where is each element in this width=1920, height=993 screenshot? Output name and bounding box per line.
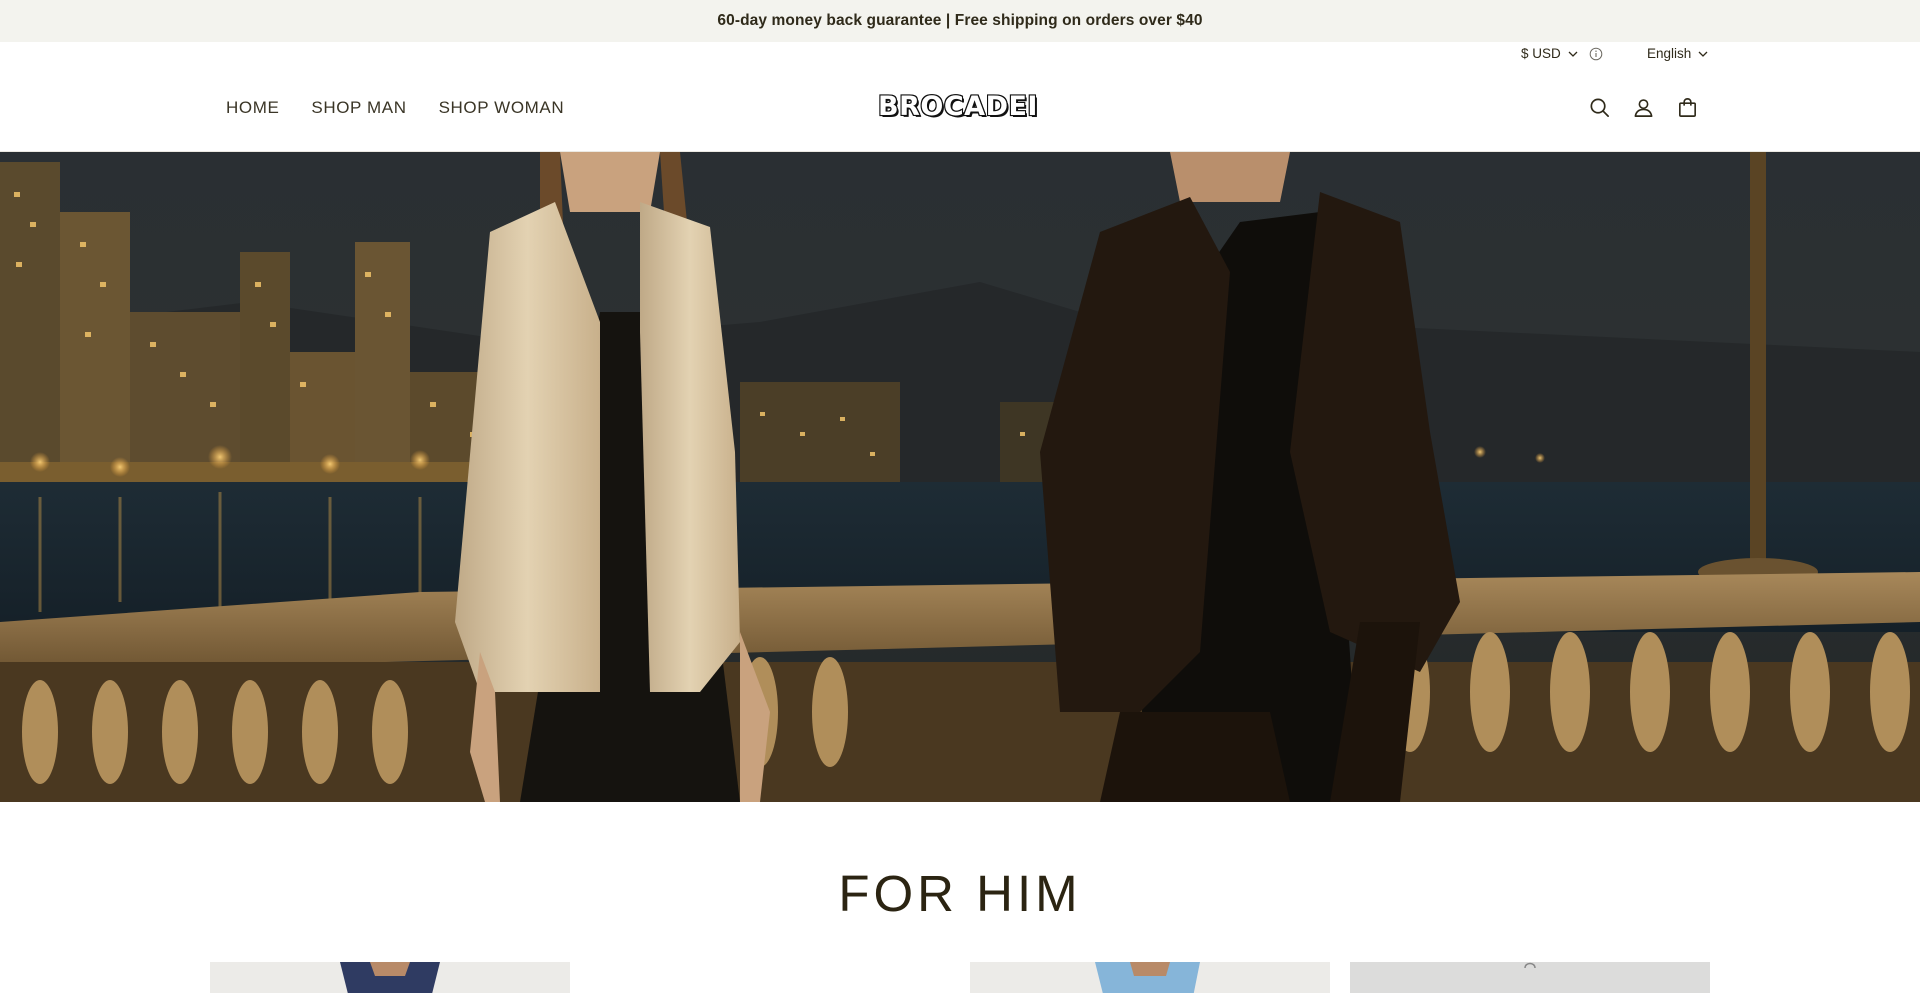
header-icons — [1588, 96, 1699, 119]
announcement-bar: 60-day money back guarantee | Free shipp… — [0, 0, 1920, 42]
nav-shop-woman[interactable]: SHOP WOMAN — [439, 98, 565, 118]
chevron-down-icon — [1698, 51, 1708, 57]
hero-image — [0, 152, 1920, 802]
product-image — [210, 962, 570, 993]
nav-shop-man[interactable]: SHOP MAN — [311, 98, 406, 118]
hero-banner[interactable] — [0, 152, 1920, 802]
utility-bar: $ USD English — [0, 42, 1920, 64]
main-nav: HOME SHOP MAN SHOP WOMAN — [226, 98, 564, 118]
search-icon[interactable] — [1588, 96, 1611, 119]
language-selector[interactable]: English — [1647, 46, 1709, 61]
info-icon[interactable] — [1589, 47, 1603, 61]
brand-logo[interactable]: BROCADEI — [877, 89, 1039, 122]
product-grid — [0, 962, 1920, 993]
product-image — [970, 962, 1330, 993]
product-card[interactable] — [210, 962, 570, 993]
section-title-for-him: FOR HIM — [838, 865, 1082, 922]
announcement-text: 60-day money back guarantee | Free shipp… — [717, 12, 1203, 29]
product-card[interactable] — [970, 962, 1330, 993]
chevron-down-icon — [1568, 51, 1578, 57]
product-image — [1350, 962, 1710, 993]
logo-text: BROCADEI — [877, 89, 1039, 122]
nav-home[interactable]: HOME — [226, 98, 279, 118]
currency-selector[interactable]: $ USD — [1521, 46, 1603, 61]
product-card[interactable] — [1350, 962, 1710, 993]
site-header: HOME SHOP MAN SHOP WOMAN BROCADEI — [0, 64, 1920, 152]
currency-label: $ USD — [1521, 46, 1561, 61]
account-icon[interactable] — [1632, 96, 1655, 119]
shopping-bag-icon[interactable] — [1676, 96, 1699, 119]
language-label: English — [1647, 46, 1692, 61]
